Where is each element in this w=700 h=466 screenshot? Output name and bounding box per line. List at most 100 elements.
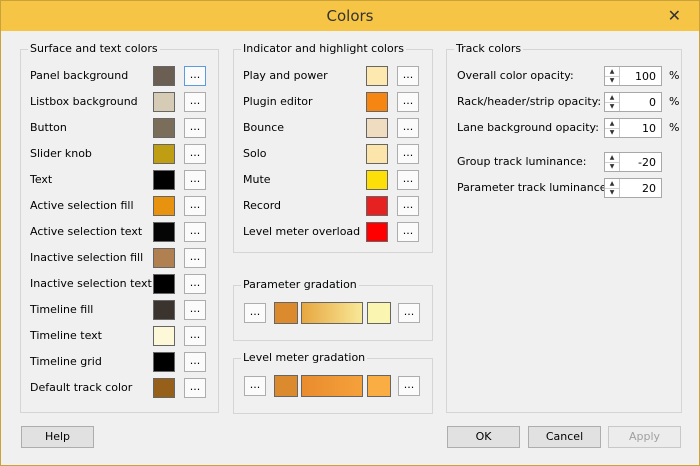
surface-color-pick-button[interactable]: ... (184, 352, 206, 372)
indicator-color-pick-button[interactable]: ... (397, 118, 419, 138)
surface-color-swatch[interactable] (153, 352, 175, 372)
param-grad-mid-swatch[interactable] (301, 302, 363, 324)
indicator-color-pick-button[interactable]: ... (397, 196, 419, 216)
indicator-color-row: Bounce... (243, 116, 423, 142)
track-setting-spinbox[interactable]: ▲ ▼ 100 (604, 66, 662, 86)
surface-color-swatch[interactable] (153, 326, 175, 346)
surface-color-swatch[interactable] (153, 222, 175, 242)
indicator-color-pick-button[interactable]: ... (397, 222, 419, 242)
surface-color-pick-button[interactable]: ... (184, 378, 206, 398)
surface-color-swatch[interactable] (153, 196, 175, 216)
surface-color-pick-button[interactable]: ... (184, 274, 206, 294)
param-grad-end-button[interactable]: ... (398, 303, 420, 323)
spin-down-icon[interactable]: ▼ (605, 102, 619, 111)
surface-color-swatch[interactable] (153, 378, 175, 398)
level-grad-start-swatch[interactable] (274, 375, 298, 397)
spin-down-icon[interactable]: ▼ (605, 188, 619, 197)
track-setting-spinbox[interactable]: ▲ ▼ 20 (604, 178, 662, 198)
spin-down-icon[interactable]: ▼ (605, 128, 619, 137)
indicator-color-pick-button[interactable]: ... (397, 92, 419, 112)
unit-label: % (669, 121, 680, 134)
apply-button[interactable]: Apply (608, 426, 681, 448)
indicator-color-row: Plugin editor... (243, 90, 423, 116)
surface-color-label: Inactive selection fill (30, 251, 144, 264)
surface-color-swatch[interactable] (153, 118, 175, 138)
spinbox-value[interactable]: 100 (635, 70, 656, 83)
param-grad-start-button[interactable]: ... (244, 303, 266, 323)
indicator-group-title: Indicator and highlight colors (241, 42, 406, 55)
spin-down-icon[interactable]: ▼ (605, 76, 619, 85)
cancel-button[interactable]: Cancel (528, 426, 601, 448)
param-grad-end-swatch[interactable] (367, 302, 391, 324)
surface-color-pick-button[interactable]: ... (184, 118, 206, 138)
surface-color-label: Text (30, 173, 53, 186)
indicator-color-pick-button[interactable]: ... (397, 170, 419, 190)
track-setting-spinbox[interactable]: ▲ ▼ 0 (604, 92, 662, 112)
indicator-color-swatch[interactable] (366, 66, 388, 86)
surface-color-pick-button[interactable]: ... (184, 66, 206, 86)
surface-color-pick-button[interactable]: ... (184, 248, 206, 268)
indicator-color-swatch[interactable] (366, 118, 388, 138)
indicator-color-pick-button[interactable]: ... (397, 144, 419, 164)
unit-label: % (669, 95, 680, 108)
indicator-color-swatch[interactable] (366, 222, 388, 242)
surface-color-swatch[interactable] (153, 92, 175, 112)
indicator-color-label: Solo (243, 147, 267, 160)
surface-color-pick-button[interactable]: ... (184, 170, 206, 190)
param-grad-start-swatch[interactable] (274, 302, 298, 324)
surface-color-row: Text... (30, 168, 210, 194)
parameter-gradation-group: Parameter gradation ... ... (233, 278, 433, 341)
indicator-color-swatch[interactable] (366, 92, 388, 112)
indicator-color-label: Bounce (243, 121, 285, 134)
surface-color-swatch[interactable] (153, 66, 175, 86)
spinbox-value[interactable]: 10 (642, 122, 656, 135)
indicator-color-label: Record (243, 199, 282, 212)
surface-color-row: Timeline fill... (30, 298, 210, 324)
window-title: Colors (326, 7, 374, 25)
level-grad-end-button[interactable]: ... (398, 376, 420, 396)
track-setting-spinbox[interactable]: ▲ ▼ 10 (604, 118, 662, 138)
level-gradation-title: Level meter gradation (241, 351, 368, 364)
help-button[interactable]: Help (21, 426, 94, 448)
surface-color-label: Timeline grid (30, 355, 102, 368)
surface-color-pick-button[interactable]: ... (184, 196, 206, 216)
surface-color-pick-button[interactable]: ... (184, 144, 206, 164)
indicator-color-swatch[interactable] (366, 170, 388, 190)
track-setting-spinbox[interactable]: ▲ ▼ -20 (604, 152, 662, 172)
surface-color-row: Default track color... (30, 376, 210, 402)
spinbox-value[interactable]: -20 (638, 156, 656, 169)
level-grad-end-swatch[interactable] (367, 375, 391, 397)
surface-color-row: Timeline text... (30, 324, 210, 350)
close-icon[interactable]: ✕ (668, 6, 681, 25)
indicator-color-pick-button[interactable]: ... (397, 66, 419, 86)
ok-button[interactable]: OK (447, 426, 520, 448)
spinbox-value[interactable]: 0 (649, 96, 656, 109)
surface-color-row: Active selection fill... (30, 194, 210, 220)
track-setting-row: Parameter track luminance: ▲ ▼ 20 (457, 176, 677, 202)
indicator-color-label: Level meter overload (243, 225, 361, 238)
surface-text-colors-group: Surface and text colors Panel background… (20, 42, 219, 413)
surface-color-label: Panel background (30, 69, 129, 82)
indicator-color-row: Record... (243, 194, 423, 220)
track-colors-group: Track colors Overall color opacity: ▲ ▼ 100… (446, 42, 682, 413)
spinbox-arrows: ▲ ▼ (605, 67, 620, 85)
indicator-color-swatch[interactable] (366, 196, 388, 216)
surface-color-pick-button[interactable]: ... (184, 222, 206, 242)
surface-color-pick-button[interactable]: ... (184, 300, 206, 320)
surface-color-label: Slider knob (30, 147, 92, 160)
surface-color-swatch[interactable] (153, 144, 175, 164)
spin-down-icon[interactable]: ▼ (605, 162, 619, 171)
indicator-color-row: Solo... (243, 142, 423, 168)
level-grad-start-button[interactable]: ... (244, 376, 266, 396)
surface-color-swatch[interactable] (153, 274, 175, 294)
surface-color-swatch[interactable] (153, 248, 175, 268)
spinbox-value[interactable]: 20 (642, 182, 656, 195)
surface-color-row: Listbox background... (30, 90, 210, 116)
surface-color-pick-button[interactable]: ... (184, 92, 206, 112)
level-grad-mid-swatch[interactable] (301, 375, 363, 397)
indicator-color-swatch[interactable] (366, 144, 388, 164)
surface-color-swatch[interactable] (153, 170, 175, 190)
surface-color-swatch[interactable] (153, 300, 175, 320)
surface-color-pick-button[interactable]: ... (184, 326, 206, 346)
spinbox-arrows: ▲ ▼ (605, 153, 620, 171)
